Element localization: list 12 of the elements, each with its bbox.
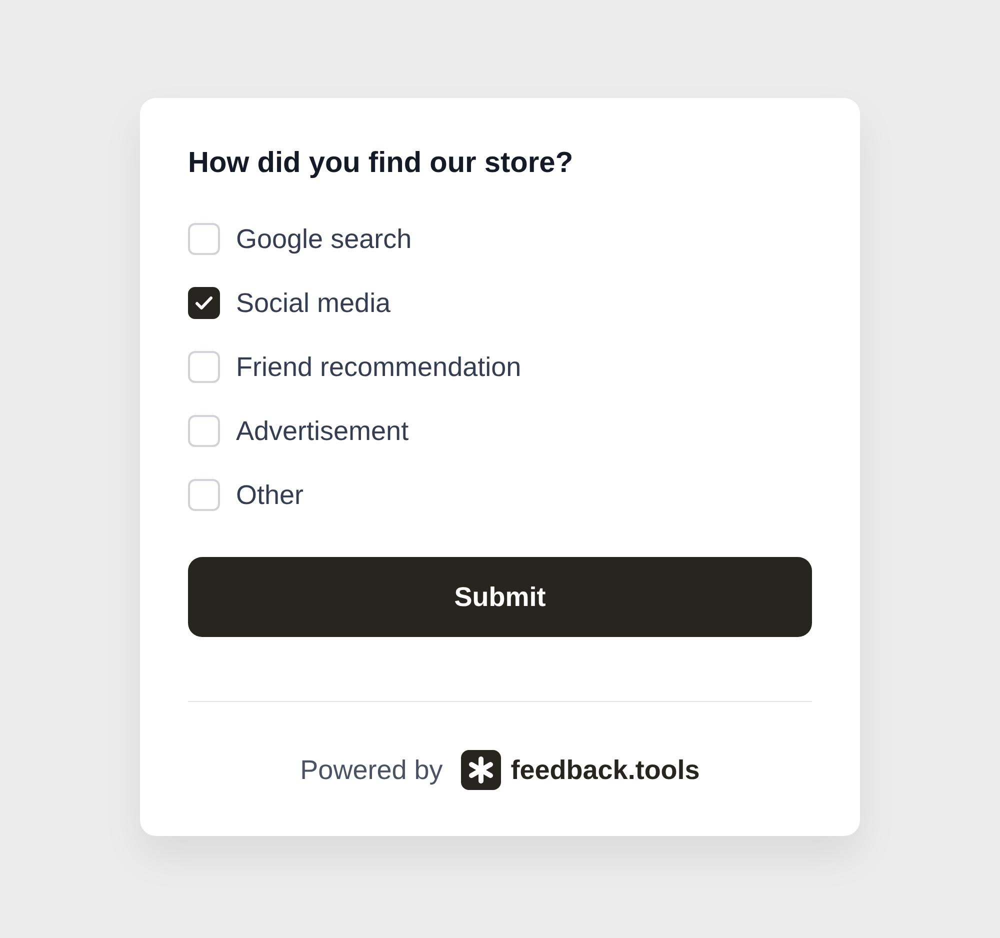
option-label[interactable]: Google search <box>236 218 412 260</box>
option-label[interactable]: Friend recommendation <box>236 346 522 388</box>
checkbox[interactable] <box>188 286 220 319</box>
submit-button[interactable]: Submit <box>188 556 812 637</box>
option-label[interactable]: Advertisement <box>236 410 409 452</box>
checkmark-icon <box>195 296 213 310</box>
powered-by-text: Powered by <box>300 754 443 787</box>
option-label[interactable]: Other <box>236 474 304 516</box>
option-label[interactable]: Social media <box>236 282 391 324</box>
brand-name: feedback.tools <box>510 754 700 787</box>
question-title: How did you find our store? <box>188 146 574 181</box>
asterisk-logo-icon <box>460 750 501 790</box>
